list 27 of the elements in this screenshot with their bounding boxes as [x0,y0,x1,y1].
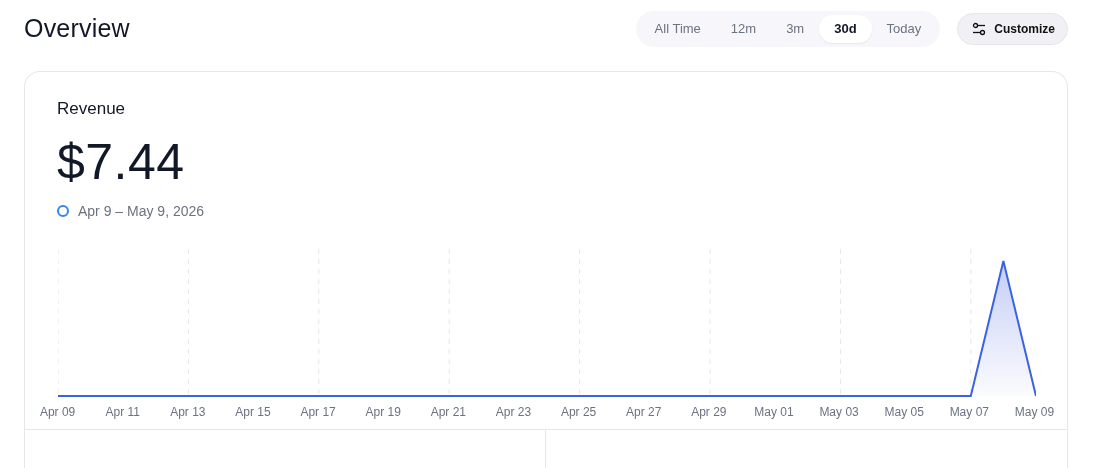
range-tab[interactable]: All Time [639,14,716,43]
axis-label: Apr 23 [495,405,532,419]
range-tab[interactable]: Today [871,14,937,43]
revenue-value: $7.44 [57,133,186,191]
range-tab[interactable]: 12m [715,14,772,43]
page-title: Overview [24,14,131,43]
sliders-icon [972,21,987,36]
axis-label: Apr 09 [39,405,76,419]
axis-label: Apr 21 [430,405,466,419]
axis-label: May 01 [754,405,794,419]
axis-label: Apr 27 [626,405,662,419]
axis-label: Apr 15 [235,405,271,419]
axis-label: Apr 11 [105,405,140,419]
axis-label: May 05 [884,405,924,419]
axis-label: Apr 29 [691,405,727,419]
axis-label: May 09 [1014,405,1055,419]
range-tab[interactable]: 3m [771,14,820,43]
axis-label: Apr 13 [170,405,206,419]
axis-label: May 03 [819,405,859,419]
axis-label: May 07 [949,405,989,419]
range-tab[interactable]: 30d [819,14,872,43]
date-range-label: Apr 9 – May 9, 2026 [78,203,205,219]
axis-label: Apr 19 [365,405,401,419]
axis-label: Apr 17 [300,405,336,419]
card-title: Revenue [57,99,127,119]
axis-label: Apr 25 [560,405,597,419]
customize-button[interactable]: Customize [957,12,1068,45]
